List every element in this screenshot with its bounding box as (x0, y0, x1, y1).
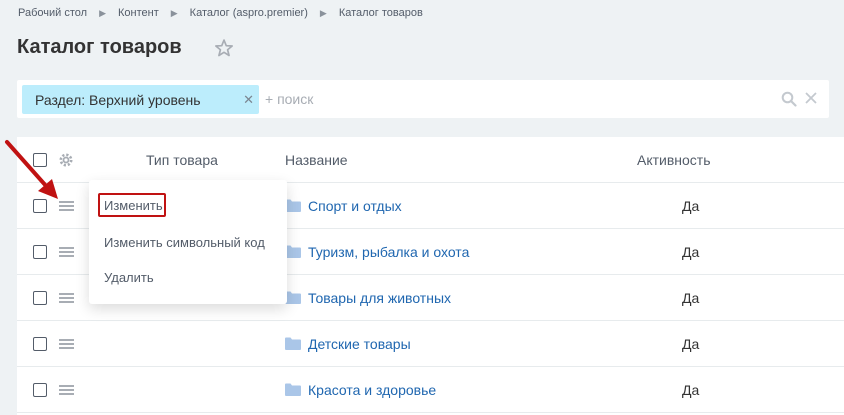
folder-icon (285, 337, 301, 350)
row-name-link[interactable]: Красота и здоровье (308, 382, 436, 398)
row-menu-icon[interactable] (59, 339, 74, 349)
filter-search-bar: Раздел: Верхний уровень ✕ (17, 80, 829, 118)
row-name-link[interactable]: Товары для животных (308, 290, 451, 306)
row-menu-icon[interactable] (59, 385, 74, 395)
filter-chip[interactable]: Раздел: Верхний уровень ✕ (22, 85, 259, 114)
clear-icon[interactable] (804, 91, 818, 105)
row-context-menu: Изменить Изменить символьный код Удалить (89, 180, 287, 304)
row-checkbox[interactable] (33, 291, 47, 305)
row-checkbox[interactable] (33, 245, 47, 259)
folder-icon (285, 291, 301, 304)
row-name-link[interactable]: Детские товары (308, 336, 411, 352)
table-header: Тип товара Название Активность (17, 137, 844, 183)
star-icon[interactable] (214, 38, 234, 58)
search-input[interactable] (265, 89, 765, 109)
table-row[interactable]: Красота и здоровье Да (17, 367, 844, 413)
folder-icon (285, 383, 301, 396)
row-active-value: Да (682, 336, 700, 352)
folder-icon (285, 245, 301, 258)
row-active-value: Да (682, 244, 700, 260)
menu-item-edit[interactable]: Изменить (104, 198, 163, 213)
row-checkbox[interactable] (33, 383, 47, 397)
menu-item-delete[interactable]: Удалить (104, 270, 154, 285)
column-header-name[interactable]: Название (285, 152, 348, 168)
arrow-annotation-icon (5, 140, 58, 199)
row-name-link[interactable]: Туризм, рыбалка и охота (308, 244, 469, 260)
row-active-value: Да (682, 382, 700, 398)
menu-item-edit-code[interactable]: Изменить символьный код (104, 235, 265, 250)
chip-close-icon[interactable]: ✕ (243, 93, 254, 106)
table-row[interactable]: Детские товары Да (17, 321, 844, 367)
breadcrumb-item-catalog[interactable]: Каталог (aspro.premier) (190, 7, 308, 19)
row-name-link[interactable]: Спорт и отдых (308, 198, 402, 214)
search-icon[interactable] (781, 91, 797, 107)
row-menu-icon[interactable] (59, 247, 74, 257)
row-active-value: Да (682, 198, 700, 214)
breadcrumb-separator-icon: ▶ (319, 7, 327, 18)
breadcrumb-separator-icon: ▶ (99, 7, 106, 18)
folder-icon (285, 199, 301, 212)
row-active-value: Да (682, 290, 700, 306)
column-header-type[interactable]: Тип товара (146, 152, 218, 168)
breadcrumb-item-content[interactable]: Контент (118, 7, 159, 19)
row-menu-icon[interactable] (59, 293, 74, 303)
breadcrumb-separator-icon: ▶ (170, 7, 178, 18)
column-header-active[interactable]: Активность (637, 152, 711, 168)
row-checkbox[interactable] (33, 337, 47, 351)
breadcrumb-item-desktop[interactable]: Рабочий стол (18, 7, 87, 19)
breadcrumb-item-products[interactable]: Каталог товаров (339, 7, 423, 19)
page-title: Каталог товаров (17, 36, 182, 58)
filter-chip-label: Раздел: Верхний уровень (35, 91, 201, 108)
breadcrumb: Рабочий стол ▶ Контент ▶ Каталог (aspro.… (18, 7, 423, 19)
